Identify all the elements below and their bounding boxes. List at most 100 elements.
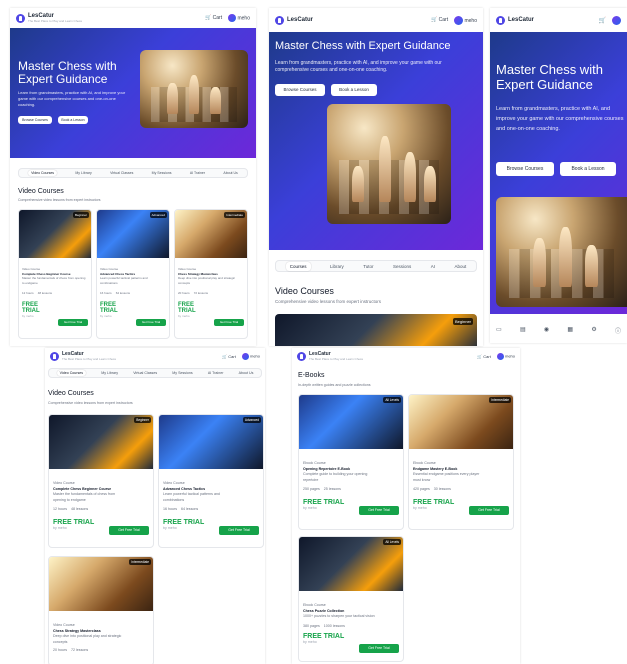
ebook-thumbnail: All Levels — [299, 395, 403, 449]
avatar[interactable] — [612, 15, 621, 25]
ebook-pages: 250 pages — [303, 487, 320, 491]
hero: Master Chess with Expert Guidance Learn … — [490, 32, 627, 314]
ebook-pages: 420 pages — [413, 487, 430, 491]
course-card[interactable]: Beginner Video Course Complete Chess Beg… — [48, 414, 154, 548]
course-card[interactable]: Intermediate Video Course Chess Strategy… — [48, 556, 154, 664]
ebook-desc: Complete guide to building your opening … — [303, 472, 368, 482]
course-card[interactable]: Advanced Video Course Advanced Chess Tac… — [158, 414, 264, 548]
library-icon[interactable]: ▤ — [520, 326, 526, 338]
calendar-icon[interactable]: ▦ — [567, 326, 573, 338]
tab-ai-trainer[interactable]: AI Trainer — [208, 371, 224, 375]
level-badge: Intermediate — [489, 397, 511, 403]
get-free-trial-button[interactable]: Get Free Trial — [359, 506, 399, 515]
level-badge: Advanced — [149, 212, 167, 218]
brand[interactable]: LesCatur — [496, 15, 534, 25]
ebook-card[interactable]: Intermediate Ebook Course Endgame Master… — [408, 394, 514, 530]
course-desc: Learn powerful tactical patterns and com… — [163, 492, 220, 502]
brand-tagline: The Best Place to Play and Learn Chess — [309, 357, 364, 361]
browse-courses-button[interactable]: Browse Courses — [18, 116, 52, 124]
price-free-trial: FREE TRIAL — [303, 633, 345, 640]
tab-virtual-classes[interactable]: Virtual Classes — [133, 371, 157, 375]
get-free-trial-button[interactable]: Get Free Trial — [109, 526, 149, 535]
tab-video-courses[interactable]: Courses — [285, 261, 311, 271]
screenshot-video-courses: LesCatur The Best Place to Play and Lear… — [45, 348, 265, 664]
course-desc: Deep dive into positional play and strat… — [178, 276, 236, 285]
browse-courses-button[interactable]: Browse Courses — [496, 162, 554, 176]
tab-my-sessions[interactable]: My Sessions — [172, 371, 192, 375]
tab-my-sessions[interactable]: My Sessions — [152, 171, 172, 175]
tab-video-courses[interactable]: Video Courses — [56, 370, 87, 376]
header: LesCatur The Best Place to Play and Lear… — [292, 348, 520, 364]
cart-button[interactable]: 🛒 Cart — [477, 354, 491, 359]
browse-courses-button[interactable]: Browse Courses — [275, 84, 325, 96]
course-duration: 12 hours — [53, 507, 67, 511]
brand[interactable]: LesCatur — [275, 15, 313, 25]
tab-video-courses[interactable]: Video Courses — [28, 170, 58, 176]
tab-about-us[interactable]: About — [454, 264, 466, 269]
level-badge: Beginner — [452, 318, 473, 325]
tab-my-library[interactable]: Library — [330, 264, 344, 269]
get-free-trial-button[interactable]: Get Free Trial — [214, 319, 244, 326]
tab-my-sessions[interactable]: Sessions — [393, 264, 411, 269]
tab-about-us[interactable]: About Us — [239, 371, 254, 375]
brand[interactable]: LesCatur The Best Place to Play and Lear… — [16, 13, 82, 23]
user-menu[interactable]: meho — [454, 15, 477, 25]
tab-virtual-classes[interactable]: Tutor — [363, 264, 373, 269]
book-lesson-button[interactable]: Book a Lesson — [331, 84, 377, 96]
get-free-trial-button[interactable]: Get Free Trial — [219, 526, 259, 535]
course-thumbnail: Beginner — [19, 210, 91, 258]
course-card[interactable]: Beginner Video Course Complete Chess Beg… — [18, 209, 92, 339]
course-card[interactable]: Advanced Video Course Advanced Chess Tac… — [96, 209, 170, 339]
cart-button[interactable]: 🛒 Cart — [205, 15, 222, 21]
ebook-lessons: 30 lessons — [433, 487, 451, 491]
tab-about-us[interactable]: About Us — [223, 171, 237, 175]
ebook-lessons: 1000 lessons — [323, 623, 345, 628]
hero-chess-image — [327, 104, 451, 224]
ebook-card[interactable]: All Levels Ebook Course Opening Repertoi… — [298, 394, 404, 530]
section-title: Video Courses — [275, 286, 334, 296]
get-free-trial-button[interactable]: Get Free Trial — [136, 319, 166, 326]
user-menu[interactable]: meho — [496, 352, 515, 360]
ai-icon[interactable]: ⚙ — [591, 326, 596, 338]
user-menu[interactable]: meho — [241, 352, 260, 360]
info-icon[interactable]: ⓘ — [615, 326, 621, 338]
video-icon[interactable]: ▭ — [496, 326, 502, 338]
book-lesson-button[interactable]: Book a Lesson — [560, 162, 616, 176]
section-subtitle: Comprehensive video lessons from expert … — [275, 299, 382, 304]
cart-button[interactable]: 🛒 Cart — [222, 354, 236, 359]
course-card[interactable]: Intermediate Video Course Chess Strategy… — [174, 209, 248, 339]
brand-tagline: The Best Place to Play and Learn Chess — [28, 19, 83, 23]
ebook-thumbnail: Intermediate — [409, 395, 513, 449]
get-free-trial-button[interactable]: Get Free Trial — [58, 319, 88, 326]
tab-ai-trainer[interactable]: AI — [431, 264, 435, 269]
brand[interactable]: LesCatur The Best Place to Play and Lear… — [297, 351, 363, 361]
course-lessons: 72 lessons — [193, 291, 209, 295]
cart-icon[interactable]: 🛒 — [599, 17, 606, 24]
price-free-trial: FREE TRIAL — [413, 498, 455, 506]
book-lesson-button[interactable]: Book a Lesson — [58, 116, 88, 124]
hero-desc: Learn from grandmasters, practice with A… — [18, 90, 126, 107]
ebook-desc: Essential endgame positions every player… — [413, 472, 480, 482]
user-menu[interactable]: meho — [228, 14, 250, 22]
course-duration: 16 hours — [100, 291, 112, 295]
level-badge: Intermediate — [224, 212, 245, 218]
eye-icon[interactable]: ◉ — [544, 326, 549, 338]
nav-tabs: Courses Library Tutor Sessions AI About — [275, 260, 477, 272]
cart-label: Cart — [438, 17, 449, 23]
get-free-trial-button[interactable]: Get Free Trial — [359, 644, 399, 653]
brand[interactable]: LesCatur The Best Place to Play and Lear… — [50, 351, 116, 361]
cart-button[interactable]: 🛒 Cart — [431, 17, 448, 23]
course-lessons: 64 lessons — [181, 507, 199, 511]
hero-chess-image — [496, 197, 627, 307]
cart-label: Cart — [483, 353, 491, 359]
course-desc: Master the fundamentals of chess from op… — [53, 492, 116, 502]
section-title: Video Courses — [18, 188, 64, 195]
tab-ai-trainer[interactable]: AI Trainer — [190, 171, 205, 175]
tab-virtual-classes[interactable]: Virtual Classes — [110, 171, 133, 175]
tab-my-library[interactable]: My Library — [75, 171, 91, 175]
get-free-trial-button[interactable]: Get Free Trial — [469, 506, 509, 515]
section-subtitle: In-depth written guides and puzzle colle… — [298, 383, 371, 387]
course-thumbnail: Intermediate — [175, 210, 247, 258]
ebook-card[interactable]: All Levels Ebook Course Chess Puzzle Col… — [298, 536, 404, 662]
tab-my-library[interactable]: My Library — [101, 371, 118, 375]
